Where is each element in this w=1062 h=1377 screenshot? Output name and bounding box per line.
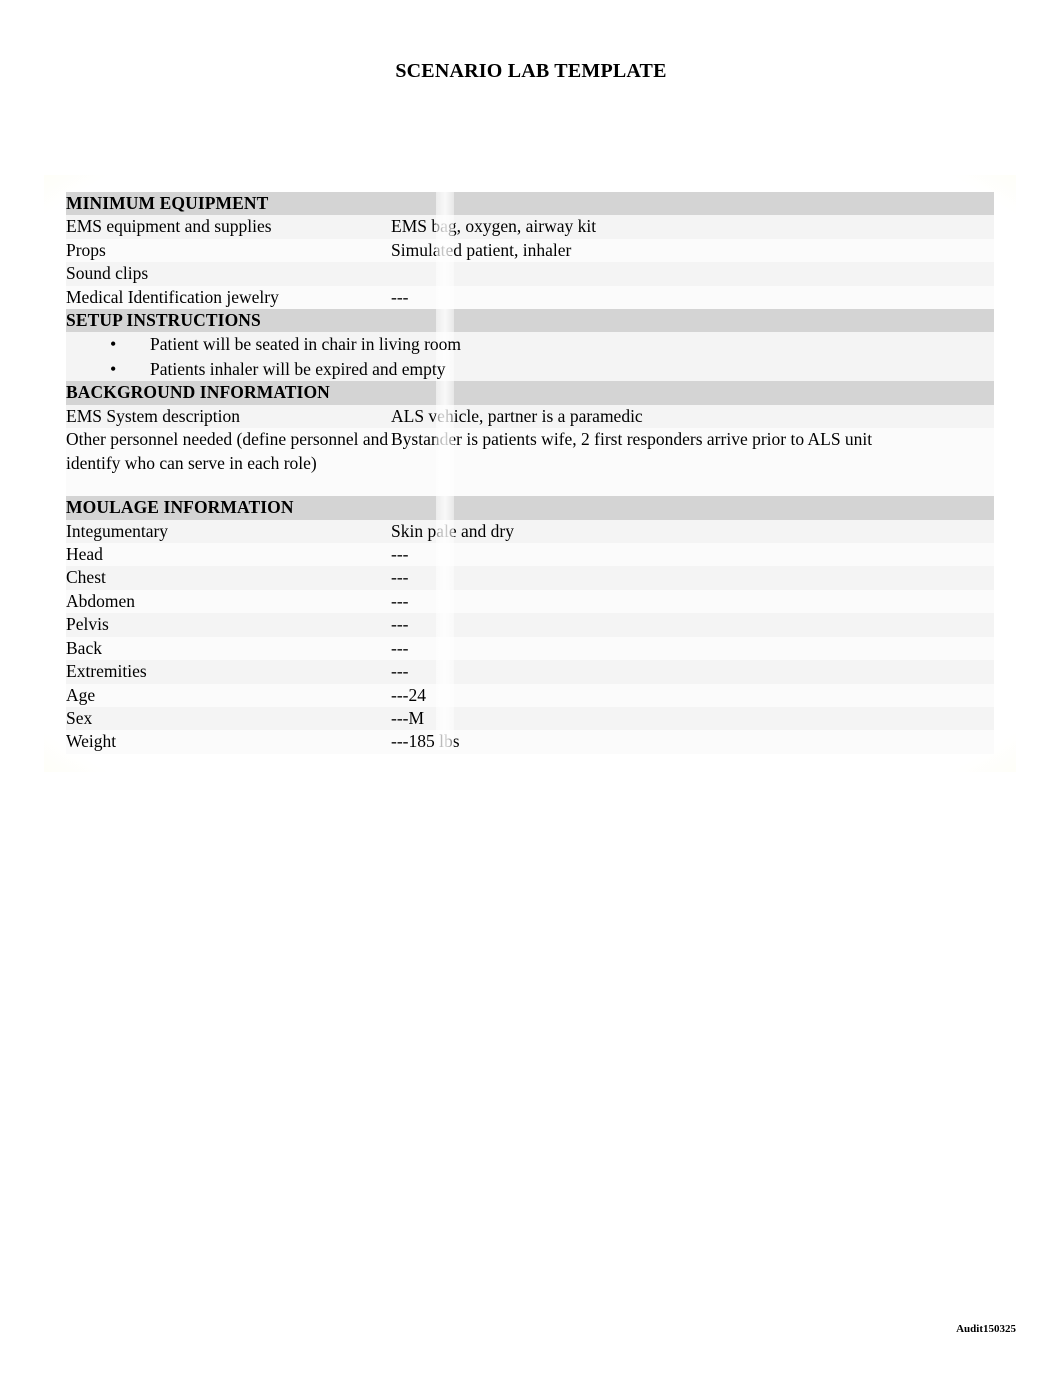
table-row: Integumentary Skin pale and dry — [66, 519, 995, 544]
row-value: Skin pale and dry — [391, 519, 995, 544]
row-label: Pelvis — [66, 613, 391, 637]
footer-audit-code: Audit150325 — [956, 1323, 1016, 1335]
row-label: Extremities — [66, 660, 391, 684]
table-row: Extremities --- — [66, 660, 995, 684]
row-label: Back — [66, 636, 391, 661]
table-row: Medical Identification jewelry --- — [66, 285, 995, 310]
row-label: Weight — [66, 730, 391, 754]
row-value: --- — [391, 285, 995, 310]
row-label: Medical Identification jewelry — [66, 285, 391, 310]
bullet-icon: • — [110, 334, 117, 355]
row-label: Props — [66, 238, 391, 263]
table-row: Pelvis --- — [66, 613, 995, 637]
row-value: ---M — [391, 706, 995, 731]
row-value: --- — [391, 613, 995, 637]
row-value: --- — [391, 566, 995, 590]
setup-instructions-list: • Patient will be seated in chair in liv… — [66, 332, 994, 381]
row-label: Age — [66, 683, 391, 707]
section-heading-moulage-information: MOULAGE INFORMATION — [66, 497, 294, 518]
table-row: Sound clips — [66, 262, 995, 286]
section-header-cell: BACKGROUND INFORMATION — [66, 381, 995, 405]
table-row: Other personnel needed (define personnel… — [66, 428, 995, 497]
table-row: Head --- — [66, 543, 995, 567]
row-label: Abdomen — [66, 589, 391, 614]
row-value: EMS bag, oxygen, airway kit — [391, 215, 995, 239]
row-label: Other personnel needed (define personnel… — [66, 428, 391, 497]
section-header-row-background-information: BACKGROUND INFORMATION — [66, 381, 995, 405]
row-value: Simulated patient, inhaler — [391, 238, 995, 263]
row-value: ---185 lbs — [391, 730, 995, 754]
section-header-row-moulage-information: MOULAGE INFORMATION — [66, 496, 995, 520]
list-item: • Patient will be seated in chair in liv… — [66, 332, 994, 357]
table-row: Age ---24 — [66, 683, 995, 707]
row-value: --- — [391, 636, 995, 661]
page-title: SCENARIO LAB TEMPLATE — [395, 60, 667, 82]
table-row: Weight ---185 lbs — [66, 730, 995, 754]
row-value: --- — [391, 660, 995, 684]
section-header-cell: MINIMUM EQUIPMENT — [66, 192, 995, 216]
list-item: • Patients inhaler will be expired and e… — [66, 357, 994, 382]
row-value: ---24 — [391, 683, 995, 707]
table-row: Chest --- — [66, 566, 995, 590]
list-item-label: Patients inhaler will be expired and emp… — [150, 358, 446, 379]
row-label: EMS equipment and supplies — [66, 215, 391, 239]
row-value: --- — [391, 543, 995, 567]
table-row: Sex ---M — [66, 706, 995, 731]
table-row: Props Simulated patient, inhaler — [66, 238, 995, 263]
section-heading-minimum-equipment: MINIMUM EQUIPMENT — [66, 193, 269, 213]
bullet-icon: • — [110, 358, 117, 379]
table-row: Back --- — [66, 636, 995, 661]
row-label: Integumentary — [66, 519, 391, 544]
setup-instructions-cell: • Patient will be seated in chair in liv… — [66, 332, 995, 382]
row-value — [391, 262, 995, 286]
row-label: Sound clips — [66, 262, 391, 286]
row-label: Chest — [66, 566, 391, 590]
table-row: Abdomen --- — [66, 589, 995, 614]
document-page: SCENARIO LAB TEMPLATE MINIMUM EQUIPMENT … — [0, 0, 1062, 1377]
table-row-bullets: • Patient will be seated in chair in liv… — [66, 332, 995, 382]
scenario-table: MINIMUM EQUIPMENT EMS equipment and supp… — [66, 192, 995, 754]
row-label: Sex — [66, 706, 391, 731]
table-row: EMS System description ALS vehicle, part… — [66, 404, 995, 429]
row-label: EMS System description — [66, 404, 391, 429]
section-header-row-minimum-equipment: MINIMUM EQUIPMENT — [66, 192, 995, 216]
table-row: EMS equipment and supplies EMS bag, oxyg… — [66, 215, 995, 239]
row-value: Bystander is patients wife, 2 first resp… — [391, 428, 995, 497]
section-heading-background-information: BACKGROUND INFORMATION — [66, 382, 330, 403]
section-header-cell: SETUP INSTRUCTIONS — [66, 309, 995, 333]
row-value: --- — [391, 589, 995, 614]
list-item-label: Patient will be seated in chair in livin… — [150, 334, 462, 355]
row-label: Head — [66, 543, 391, 567]
section-heading-setup-instructions: SETUP INSTRUCTIONS — [66, 310, 261, 331]
row-value: ALS vehicle, partner is a paramedic — [391, 404, 995, 429]
scenario-table-container: MINIMUM EQUIPMENT EMS equipment and supp… — [44, 175, 1016, 772]
section-header-row-setup-instructions: SETUP INSTRUCTIONS — [66, 309, 995, 333]
section-header-cell: MOULAGE INFORMATION — [66, 496, 995, 520]
